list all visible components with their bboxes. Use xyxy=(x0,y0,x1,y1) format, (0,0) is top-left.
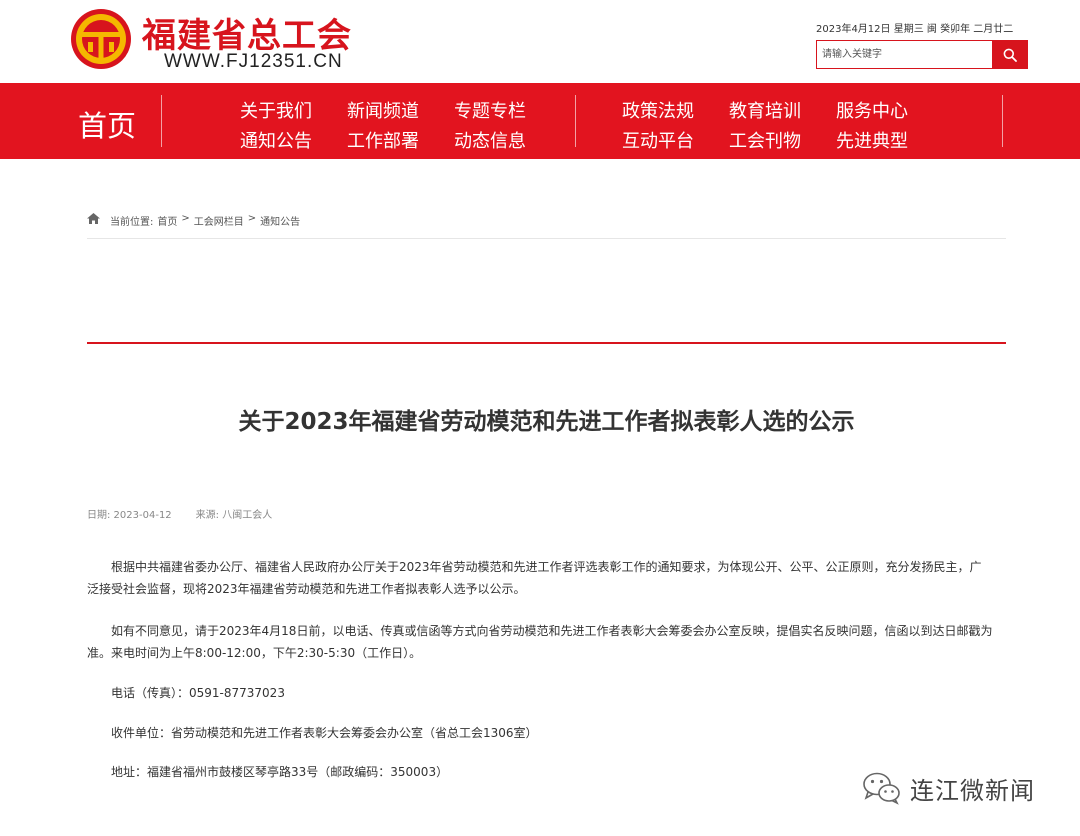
paragraph-1-line-2: 泛接受社会监督，现将2023年福建省劳动模范和先进工作者拟表彰人选予以公示。 xyxy=(87,582,526,596)
union-logo-icon[interactable] xyxy=(70,8,132,70)
nav-item-about[interactable]: 关于我们 xyxy=(240,97,312,123)
nav-item-models[interactable]: 先进典型 xyxy=(836,127,908,153)
article-source: 来源: 八闽工会人 xyxy=(195,510,273,521)
nav-divider xyxy=(1002,95,1003,147)
site-url[interactable]: WWW.FJ12351.CN xyxy=(164,51,343,73)
nav-item-training[interactable]: 教育培训 xyxy=(729,97,801,123)
contact-phone: 电话（传真）：0591-87737023 xyxy=(111,686,285,700)
wechat-icon xyxy=(863,772,900,805)
nav-item-work[interactable]: 工作部署 xyxy=(347,127,419,153)
contact-address: 地址：福建省福州市鼓楼区琴亭路33号（邮政编码：350003） xyxy=(111,765,449,779)
breadcrumb-prefix: 当前位置: xyxy=(110,217,154,228)
nav-divider xyxy=(575,95,576,147)
nav-home[interactable]: 首页 xyxy=(78,103,136,145)
paragraph-2-line-1: 如有不同意见，请于2023年4月18日前，以电话、传真或信函等方式向省劳动模范和… xyxy=(111,624,993,638)
nav-item-notices[interactable]: 通知公告 xyxy=(240,127,312,153)
article-title: 关于2023年福建省劳动模范和先进工作者拟表彰人选的公示 xyxy=(238,409,855,435)
article-date: 日期: 2023-04-12 xyxy=(87,510,172,521)
watermark-text: 连江微新闻 xyxy=(910,776,1035,805)
paragraph-2-line-2: 准。来电时间为上午8:00-12:00，下午2:30-5:30（工作日）。 xyxy=(87,646,422,660)
paragraph-1-line-1: 根据中共福建省委办公厅、福建省人民政府办公厅关于2023年省劳动模范和先进工作者… xyxy=(111,560,982,574)
date-line: 2023年4月12日 星期三 闽 癸卯年 二月廿二 xyxy=(816,24,1014,35)
search-box xyxy=(816,40,1028,69)
breadcrumb-item-home[interactable]: 首页 xyxy=(157,213,177,228)
search-button[interactable] xyxy=(992,41,1027,68)
nav-divider xyxy=(161,95,162,147)
nav-item-interaction[interactable]: 互动平台 xyxy=(622,127,694,153)
site-title[interactable]: 福建省总工会 xyxy=(142,8,352,57)
search-input[interactable] xyxy=(817,41,993,68)
contact-recipient: 收件单位：省劳动模范和先进工作者表彰大会筹委会办公室（省总工会1306室） xyxy=(111,726,538,740)
breadcrumb-item-column[interactable]: 工会网栏目 xyxy=(194,213,244,228)
nav-item-policy[interactable]: 政策法规 xyxy=(622,97,694,123)
nav-item-topics[interactable]: 专题专栏 xyxy=(454,97,526,123)
nav-item-publications[interactable]: 工会刊物 xyxy=(729,127,801,153)
nav-item-news[interactable]: 新闻频道 xyxy=(347,97,419,123)
article-meta: 日期: 2023-04-12 来源: 八闽工会人 xyxy=(87,506,272,521)
nav-item-service[interactable]: 服务中心 xyxy=(836,97,908,123)
breadcrumb: 当前位置: 首页 > 工会网栏目 > 通知公告 xyxy=(87,213,1006,239)
breadcrumb-separator: > xyxy=(181,213,190,224)
main-nav: 首页 关于我们 新闻频道 专题专栏 通知公告 工作部署 动态信息 政策法规 教育… xyxy=(0,83,1080,159)
title-divider xyxy=(87,342,1006,344)
nav-item-dynamics[interactable]: 动态信息 xyxy=(454,127,526,153)
site-header: 福建省总工会 WWW.FJ12351.CN 2023年4月12日 星期三 闽 癸… xyxy=(0,0,1080,83)
breadcrumb-separator: > xyxy=(247,213,257,224)
home-icon xyxy=(87,213,100,224)
watermark: 连江微新闻 xyxy=(862,768,1035,808)
search-icon xyxy=(1003,48,1017,62)
breadcrumb-item-notices[interactable]: 通知公告 xyxy=(260,213,300,228)
